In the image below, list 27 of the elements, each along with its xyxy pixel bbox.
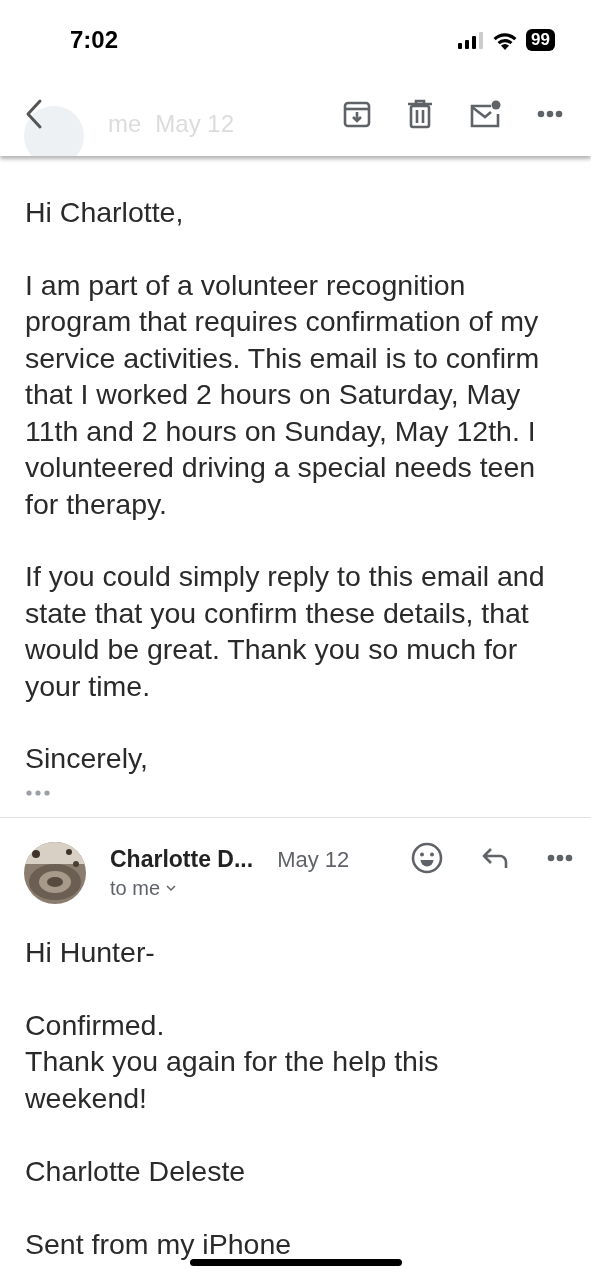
more-icon[interactable]	[537, 110, 563, 118]
archive-icon[interactable]	[343, 100, 371, 128]
message-text: Sent from my iPhone	[25, 1226, 293, 1262]
recipient-toggle[interactable]: to me	[110, 876, 177, 900]
message-text: Thank you again for the help this weekend!	[25, 1044, 440, 1116]
sender-name: Charlotte D...	[110, 845, 254, 873]
battery-level: 99	[526, 29, 555, 51]
show-trimmed-icon[interactable]	[25, 788, 51, 797]
chevron-icon	[166, 884, 177, 892]
message-text: Hi Hunter-	[25, 934, 156, 970]
message-date: May 12	[277, 846, 350, 873]
message-text: Confirmed.	[25, 1007, 166, 1043]
emoji-icon[interactable]	[411, 841, 443, 874]
message-paragraph: I am part of a volunteer recognition program that requires confirmation of my service activities. This email is to confirm that I worked 2 hours on Saturday, May 11th and 2 hours on Sunday, May 12th. I volunteered driving a special needs teen for therapy.	[25, 267, 541, 522]
back-icon[interactable]	[24, 98, 44, 130]
trash-icon[interactable]	[407, 99, 433, 129]
reply-icon[interactable]	[481, 845, 509, 870]
mail-icon[interactable]	[469, 100, 501, 128]
message-paragraph: If you could simply reply to this email and state that you confirm these details, that would be great. Thank you so much for your time.	[25, 559, 546, 704]
status-time: 7:02	[70, 26, 119, 54]
signal-icon	[458, 31, 485, 49]
wifi-icon	[492, 30, 519, 50]
avatar	[24, 106, 84, 156]
greeting-text: Hi Charlotte,	[25, 195, 185, 230]
more-icon[interactable]	[547, 853, 573, 862]
message-paragraph: Sincerely,	[25, 741, 150, 776]
message-text: Charlotte Deleste	[25, 1153, 247, 1189]
